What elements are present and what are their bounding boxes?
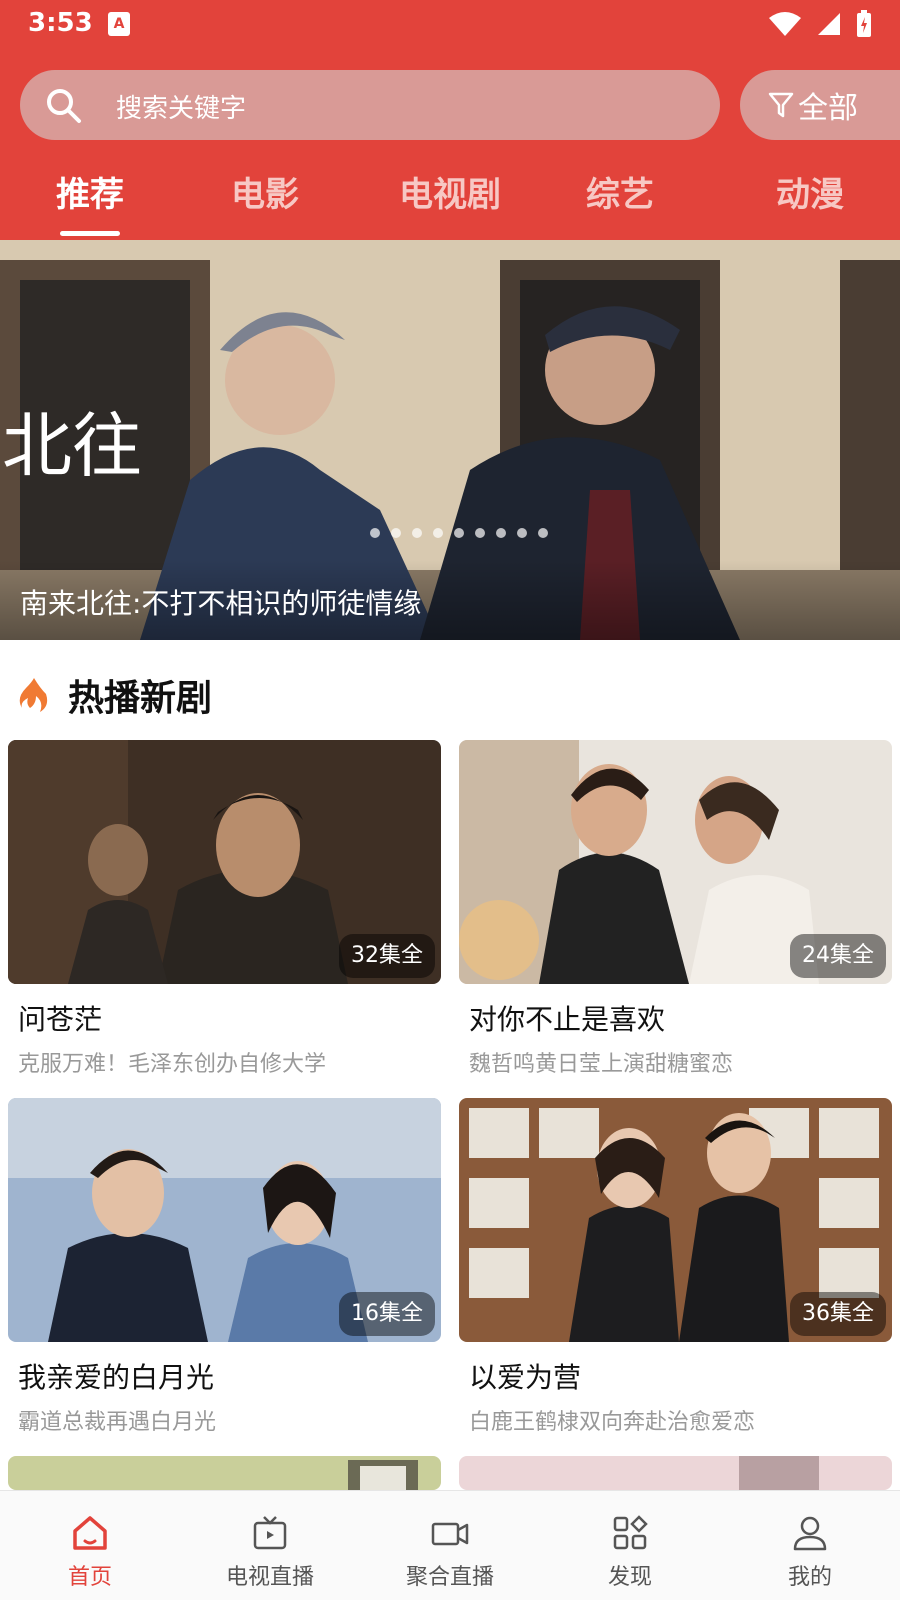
search-placeholder: 搜索关键字	[116, 94, 247, 124]
home-icon	[73, 1516, 107, 1550]
show-thumbnail: 24集全	[459, 740, 892, 984]
show-description: 霸道总裁再遇白月光	[18, 1410, 217, 1435]
show-thumbnail	[8, 1456, 441, 1490]
show-title: 以爱为营	[469, 1361, 582, 1394]
carousel-dot[interactable]	[475, 528, 485, 538]
carousel-dot[interactable]	[391, 528, 401, 538]
carousel-dot[interactable]	[454, 528, 464, 538]
show-thumbnail: 16集全	[8, 1098, 441, 1342]
user-icon	[793, 1516, 827, 1551]
wifi-icon	[769, 12, 801, 36]
episode-badge: 32集全	[339, 934, 435, 978]
battery-icon	[857, 10, 871, 37]
carousel-dot[interactable]	[370, 528, 380, 538]
bottom-navigation: 首页 电视直播 聚合直播 发现 我的	[0, 1490, 900, 1600]
show-title: 对你不止是喜欢	[469, 1003, 666, 1036]
nav-label: 聚合直播	[405, 1565, 494, 1590]
tab-indicator	[60, 231, 120, 236]
show-description: 克服万难！毛泽东创办自修大学	[18, 1052, 327, 1077]
banner-caption: 南来北往:不打不相识的师徒情缘	[20, 587, 422, 620]
carousel-dot[interactable]	[517, 528, 527, 538]
carousel-dot[interactable]	[433, 528, 443, 538]
app-header: 3:53 A 搜索关键字 全部 推荐 电影 电视剧 综艺 动漫	[0, 0, 900, 240]
flame-icon	[19, 678, 48, 712]
filter-icon	[768, 92, 794, 118]
show-card[interactable]: 16集全 我亲爱的白月光 霸道总裁再遇白月光	[8, 1098, 441, 1436]
filter-button[interactable]: 全部	[740, 70, 900, 140]
show-thumbnail: 36集全	[459, 1098, 892, 1342]
category-tabs: 推荐 电影 电视剧 综艺 动漫	[0, 170, 900, 240]
tab-anime[interactable]: 动漫	[760, 170, 860, 240]
filter-label: 全部	[798, 91, 858, 126]
nav-label: 发现	[607, 1565, 652, 1590]
tab-recommend[interactable]: 推荐	[40, 170, 140, 240]
section-header: 热播新剧	[18, 670, 212, 720]
show-thumbnail: 32集全	[8, 740, 441, 984]
nav-label: 首页	[67, 1565, 112, 1590]
tv-icon	[253, 1516, 287, 1550]
status-icons	[768, 10, 872, 38]
nav-profile[interactable]: 我的	[720, 1491, 900, 1600]
nav-tv-live[interactable]: 电视直播	[180, 1491, 360, 1600]
status-time: 3:53	[28, 8, 93, 38]
show-card[interactable]: 36集全 以爱为营 白鹿王鹤棣双向奔赴治愈爱恋	[459, 1098, 892, 1436]
nav-aggregated-live[interactable]: 聚合直播	[360, 1491, 540, 1600]
notification-icon: A	[108, 12, 130, 36]
carousel-dot[interactable]	[496, 528, 506, 538]
discover-icon	[613, 1515, 648, 1550]
episode-badge: 16集全	[339, 1292, 435, 1336]
show-description: 魏哲鸣黄日莹上演甜糖蜜恋	[469, 1052, 734, 1077]
show-card[interactable]	[8, 1456, 441, 1490]
show-card[interactable]: 32集全 问苍茫 克服万难！毛泽东创办自修大学	[8, 740, 441, 1078]
tab-variety[interactable]: 综艺	[570, 170, 670, 240]
show-title: 我亲爱的白月光	[18, 1361, 215, 1394]
show-title: 问苍茫	[18, 1003, 103, 1036]
search-icon	[47, 89, 81, 123]
show-card[interactable]	[459, 1456, 892, 1490]
nav-discover[interactable]: 发现	[540, 1491, 720, 1600]
nav-label: 我的	[787, 1565, 832, 1590]
camera-icon	[431, 1522, 469, 1546]
show-description: 白鹿王鹤棣双向奔赴治愈爱恋	[469, 1410, 756, 1435]
section-title: 热播新剧	[68, 678, 213, 719]
carousel-indicators	[370, 528, 548, 538]
nav-label: 电视直播	[225, 1565, 314, 1590]
show-thumbnail	[459, 1456, 892, 1490]
svg-text:北往: 北往	[2, 405, 142, 487]
episode-badge: 24集全	[790, 934, 886, 978]
status-bar: 3:53 A	[0, 0, 900, 50]
show-card[interactable]: 24集全 对你不止是喜欢 魏哲鸣黄日莹上演甜糖蜜恋	[459, 740, 892, 1078]
episode-badge: 36集全	[790, 1292, 886, 1336]
nav-home[interactable]: 首页	[0, 1491, 180, 1600]
tab-tv-series[interactable]: 电视剧	[380, 170, 520, 240]
carousel-dot[interactable]	[412, 528, 422, 538]
search-input[interactable]: 搜索关键字	[20, 70, 720, 140]
signal-icon	[818, 13, 840, 35]
tab-movie[interactable]: 电影	[215, 170, 315, 240]
banner-carousel[interactable]: 北往 南来北往:不打不相识的师徒情缘	[0, 240, 900, 640]
carousel-dot[interactable]	[538, 528, 548, 538]
